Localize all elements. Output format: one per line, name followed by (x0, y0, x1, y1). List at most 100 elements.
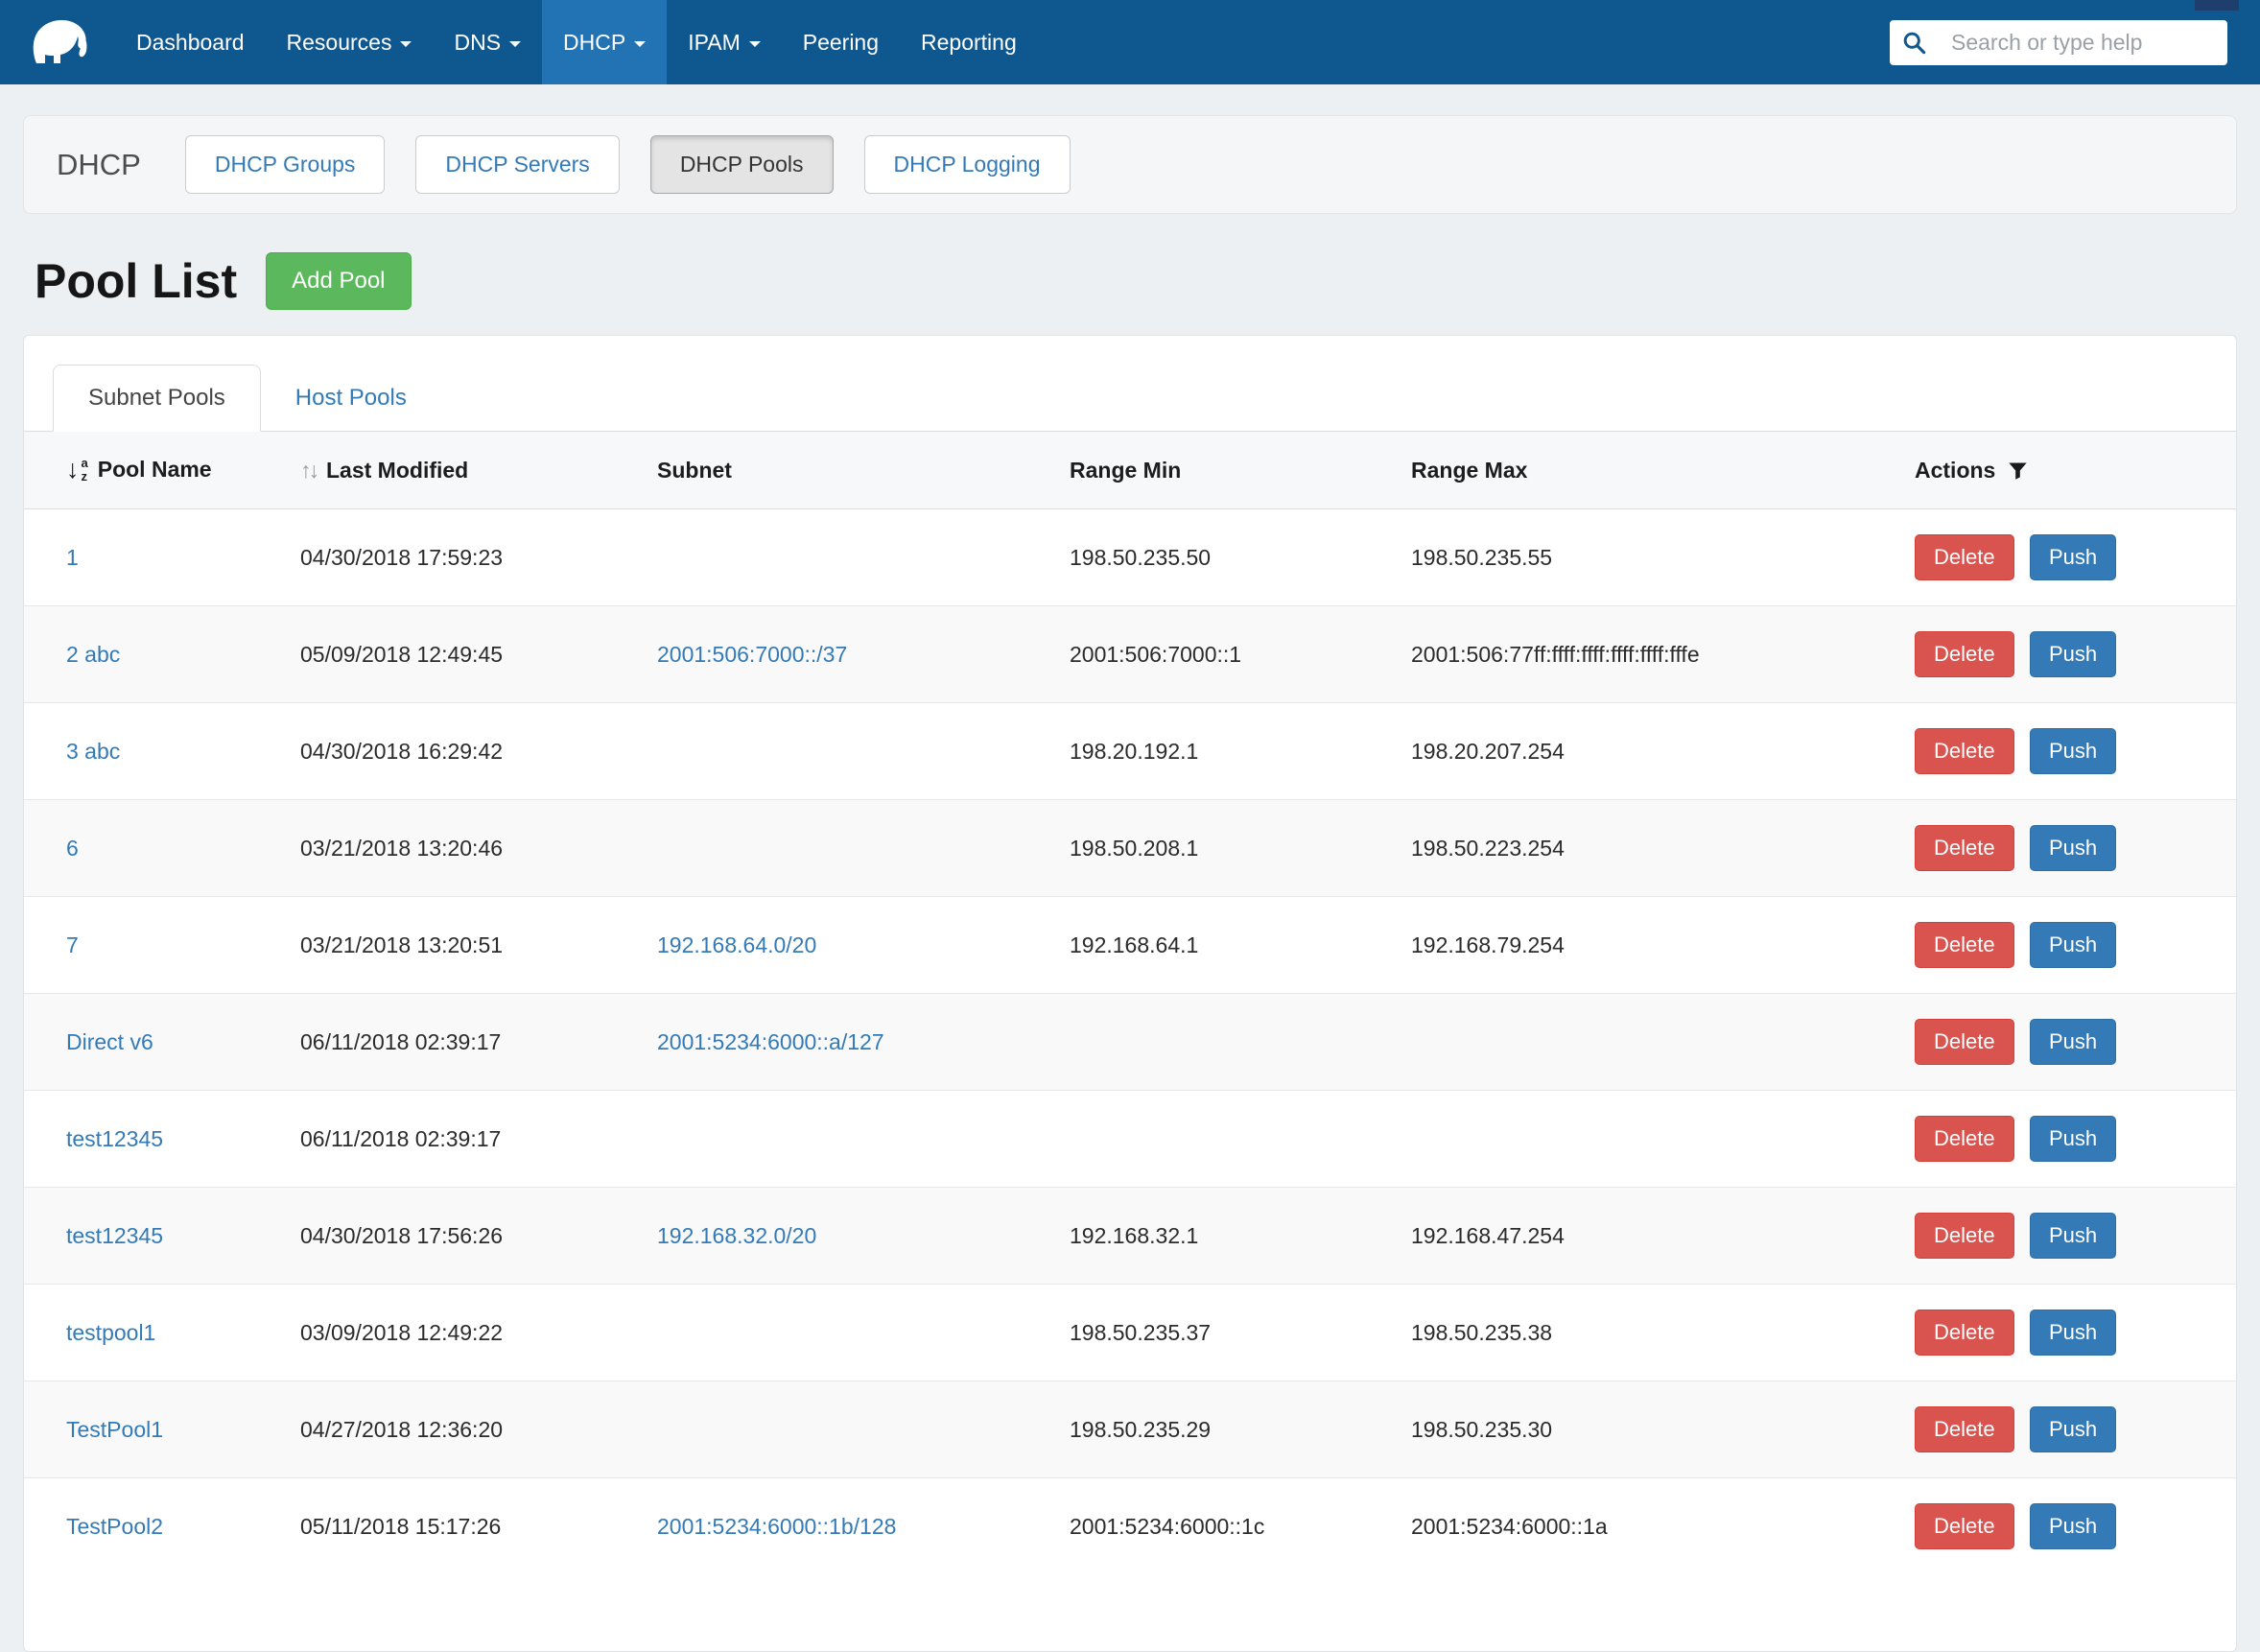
pool-name-link[interactable]: TestPool1 (66, 1417, 163, 1442)
delete-button[interactable]: Delete (1915, 1406, 2014, 1452)
dhcp-pools-button[interactable]: DHCP Pools (650, 135, 834, 194)
table-row: 2 abc 05/09/2018 12:49:45 2001:506:7000:… (24, 606, 2236, 703)
sort-alphabetical-icon[interactable]: ↓ a z (66, 457, 88, 483)
subnet-link[interactable]: 192.168.64.0/20 (657, 932, 816, 957)
search-icon[interactable] (1890, 20, 1938, 65)
push-button[interactable]: Push (2030, 1406, 2116, 1452)
col-pool-name[interactable]: ↓ a z Pool Name (24, 432, 285, 509)
last-modified-cell: 03/09/2018 12:49:22 (285, 1285, 642, 1381)
nav-label: DHCP (563, 30, 625, 56)
col-last-modified[interactable]: ↑↓ Last Modified (285, 432, 642, 509)
delete-button[interactable]: Delete (1915, 631, 2014, 677)
range-min-cell: 2001:506:7000::1 (1054, 606, 1396, 703)
nav-dashboard[interactable]: Dashboard (115, 0, 266, 84)
push-button[interactable]: Push (2030, 1503, 2116, 1549)
subnet-cell: 2001:506:7000::/37 (642, 606, 1054, 703)
nav-dns[interactable]: DNS (433, 0, 542, 84)
global-search (1890, 20, 2227, 65)
table-row: 1 04/30/2018 17:59:23 198.50.235.50 198.… (24, 509, 2236, 606)
pool-name-link[interactable]: 6 (66, 836, 79, 861)
range-min-cell: 198.50.208.1 (1054, 800, 1396, 897)
chevron-down-icon (509, 41, 521, 47)
delete-button[interactable]: Delete (1915, 1116, 2014, 1162)
nav-label: Reporting (921, 30, 1017, 56)
tab-host-pools[interactable]: Host Pools (261, 366, 441, 431)
pool-name-cell: 3 abc (24, 703, 285, 800)
push-button[interactable]: Push (2030, 1116, 2116, 1162)
pool-name-link[interactable]: test12345 (66, 1223, 163, 1248)
push-button[interactable]: Push (2030, 1310, 2116, 1356)
delete-button[interactable]: Delete (1915, 534, 2014, 580)
nav-label: DNS (454, 30, 501, 56)
dhcp-servers-button[interactable]: DHCP Servers (415, 135, 619, 194)
push-button[interactable]: Push (2030, 922, 2116, 968)
subnet-link[interactable]: 2001:5234:6000::1b/128 (657, 1514, 896, 1539)
pool-name-link[interactable]: testpool1 (66, 1320, 155, 1345)
subnet-link[interactable]: 192.168.32.0/20 (657, 1223, 816, 1248)
pool-name-cell: Direct v6 (24, 994, 285, 1091)
actions-cell: Delete Push (1899, 606, 2236, 703)
nav-dhcp[interactable]: DHCP (542, 0, 667, 84)
subnet-cell (642, 1381, 1054, 1478)
subnet-cell: 192.168.32.0/20 (642, 1188, 1054, 1285)
table-row: test12345 04/30/2018 17:56:26 192.168.32… (24, 1188, 2236, 1285)
last-modified-cell: 04/30/2018 17:59:23 (285, 509, 642, 606)
search-input[interactable] (1938, 20, 2227, 65)
delete-button[interactable]: Delete (1915, 825, 2014, 871)
push-button[interactable]: Push (2030, 631, 2116, 677)
delete-button[interactable]: Delete (1915, 728, 2014, 774)
pool-name-link[interactable]: TestPool2 (66, 1514, 163, 1539)
last-modified-cell: 04/30/2018 17:56:26 (285, 1188, 642, 1285)
subnet-link[interactable]: 2001:506:7000::/37 (657, 642, 847, 667)
delete-button[interactable]: Delete (1915, 1503, 2014, 1549)
table-row: 6 03/21/2018 13:20:46 198.50.208.1 198.5… (24, 800, 2236, 897)
subnet-cell (642, 509, 1054, 606)
last-modified-cell: 04/30/2018 16:29:42 (285, 703, 642, 800)
delete-button[interactable]: Delete (1915, 1310, 2014, 1356)
col-label: Range Max (1411, 458, 1527, 483)
col-label: Range Min (1070, 458, 1181, 483)
pool-name-link[interactable]: 7 (66, 932, 79, 957)
pool-name-cell: testpool1 (24, 1285, 285, 1381)
subnet-link[interactable]: 2001:5234:6000::a/127 (657, 1029, 884, 1054)
pool-name-link[interactable]: Direct v6 (66, 1029, 153, 1054)
delete-button[interactable]: Delete (1915, 922, 2014, 968)
push-button[interactable]: Push (2030, 534, 2116, 580)
pool-name-cell: 7 (24, 897, 285, 994)
push-button[interactable]: Push (2030, 1213, 2116, 1259)
delete-button[interactable]: Delete (1915, 1213, 2014, 1259)
app-logo[interactable] (25, 0, 115, 84)
tab-subnet-pools[interactable]: Subnet Pools (53, 365, 261, 432)
actions-cell: Delete Push (1899, 1091, 2236, 1188)
pool-name-link[interactable]: 3 abc (66, 739, 120, 764)
col-label: Actions (1915, 458, 1995, 484)
dhcp-groups-button[interactable]: DHCP Groups (185, 135, 386, 194)
col-label: Subnet (657, 458, 732, 483)
delete-button[interactable]: Delete (1915, 1019, 2014, 1065)
top-navbar: Dashboard Resources DNS DHCP IPAM Peerin… (0, 0, 2260, 84)
nav-reporting[interactable]: Reporting (900, 0, 1038, 84)
pool-name-cell: TestPool1 (24, 1381, 285, 1478)
push-button[interactable]: Push (2030, 1019, 2116, 1065)
range-min-cell: 192.168.32.1 (1054, 1188, 1396, 1285)
filter-icon[interactable] (2007, 460, 2029, 482)
range-min-cell (1054, 994, 1396, 1091)
page-title: Pool List (35, 253, 237, 309)
nav-ipam[interactable]: IPAM (667, 0, 782, 84)
dhcp-subnav: DHCP DHCP Groups DHCP Servers DHCP Pools… (23, 115, 2237, 214)
pool-name-link[interactable]: 1 (66, 545, 79, 570)
pool-name-link[interactable]: test12345 (66, 1126, 163, 1151)
actions-cell: Delete Push (1899, 897, 2236, 994)
pool-name-link[interactable]: 2 abc (66, 642, 120, 667)
range-min-cell (1054, 1091, 1396, 1188)
nav-peering[interactable]: Peering (782, 0, 900, 84)
pool-name-cell: TestPool2 (24, 1478, 285, 1575)
sort-updown-icon[interactable]: ↑↓ (300, 458, 317, 484)
pool-name-cell: test12345 (24, 1188, 285, 1285)
actions-cell: Delete Push (1899, 703, 2236, 800)
push-button[interactable]: Push (2030, 825, 2116, 871)
add-pool-button[interactable]: Add Pool (266, 252, 411, 310)
nav-resources[interactable]: Resources (266, 0, 434, 84)
push-button[interactable]: Push (2030, 728, 2116, 774)
dhcp-logging-button[interactable]: DHCP Logging (864, 135, 1071, 194)
